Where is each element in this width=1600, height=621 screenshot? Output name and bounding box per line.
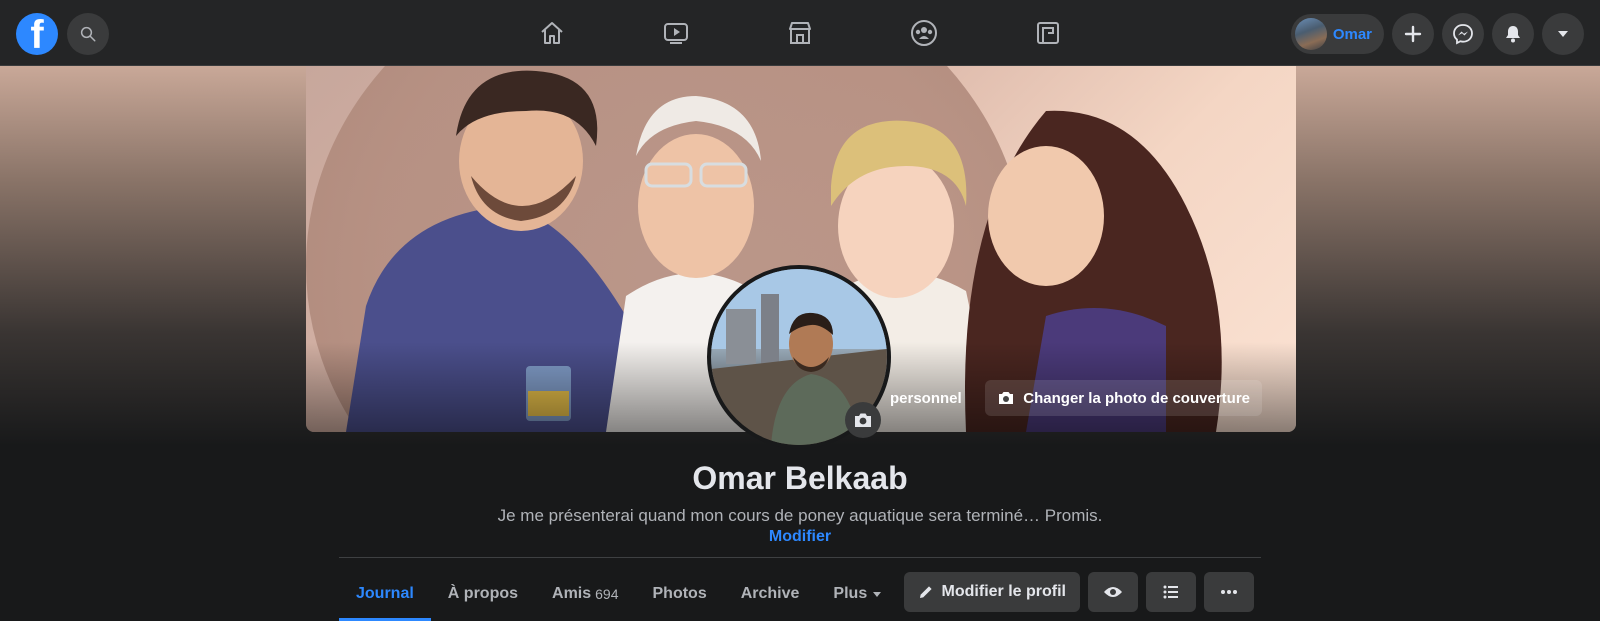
plus-icon [1404,25,1422,43]
profile-shortcut[interactable]: Omar [1290,14,1384,54]
edit-profile-button[interactable]: Modifier le profil [903,572,1080,612]
camera-icon [999,392,1014,404]
tab-photos[interactable]: Photos [636,566,724,621]
notifications-button[interactable] [1492,13,1534,55]
account-menu-button[interactable] [1542,13,1584,55]
search-button[interactable] [67,13,109,55]
bell-icon [1506,26,1520,43]
tab-archive[interactable]: Archive [724,566,817,621]
more-options-button[interactable] [1204,572,1254,612]
tab-about[interactable]: À propos [431,566,535,621]
tab-label: À propos [447,584,519,602]
profile-bio: Je me présenterai quand mon cours de pon… [497,506,1103,525]
pencil-icon [919,586,932,598]
change-cover-button[interactable]: Changer la photo de couverture [985,380,1262,416]
caret-down-icon [1558,31,1568,37]
tab-label: Amis [552,584,592,602]
create-button[interactable] [1392,13,1434,55]
facebook-logo-letter: f [30,13,44,55]
marketplace-icon [789,22,811,44]
view-as-button[interactable] [1088,572,1138,612]
divider [339,557,1261,558]
caret-down-icon [873,591,882,597]
tab-label: Archive [740,584,800,602]
camera-icon [855,413,871,427]
profile-name: Omar Belkaab [692,460,908,496]
tab-more[interactable]: Plus [816,566,900,621]
edit-profile-photo-label: personnel [890,389,962,407]
nav-tab-watch[interactable] [614,0,738,66]
groups-icon [911,20,937,46]
avatar [1294,18,1327,50]
messenger-icon [1453,24,1473,45]
friends-count: 694 [595,585,619,602]
edit-profile-label: Modifier le profil [941,583,1066,600]
tab-friends[interactable]: Amis 694 [535,566,635,621]
tab-label: Photos [652,584,707,602]
update-profile-picture-button[interactable] [845,402,881,438]
nav-tab-groups[interactable] [862,0,986,66]
activity-log-button[interactable] [1146,572,1196,612]
gaming-icon [1037,22,1059,44]
top-navigation-bar: f Omar [0,0,1600,66]
tab-label: Journal [356,584,414,602]
facebook-logo[interactable]: f [16,13,58,55]
edit-bio-link[interactable]: Modifier [0,528,1600,546]
main-nav-tabs [490,0,1110,66]
eye-icon [1104,587,1122,597]
nav-tab-marketplace[interactable] [738,0,862,66]
tab-journal[interactable]: Journal [339,566,431,621]
watch-icon [664,23,688,44]
topbar-right-controls: Omar [1290,13,1584,55]
home-icon [541,22,563,44]
nav-tab-gaming[interactable] [986,0,1110,66]
profile-shortcut-name: Omar [1332,25,1372,43]
more-icon [1221,590,1237,594]
messenger-button[interactable] [1442,13,1484,55]
tab-label: Plus [833,584,868,602]
profile-tabs: Journal À propos Amis 694 Photos Archive… [339,566,900,621]
change-cover-label: Changer la photo de couverture [1023,389,1250,407]
profile-actions: Modifier le profil [903,572,1254,612]
nav-tab-home[interactable] [490,0,614,66]
list-icon [1163,585,1178,599]
search-icon [80,26,96,42]
edit-profile-photo-button[interactable]: personnel [878,380,974,416]
